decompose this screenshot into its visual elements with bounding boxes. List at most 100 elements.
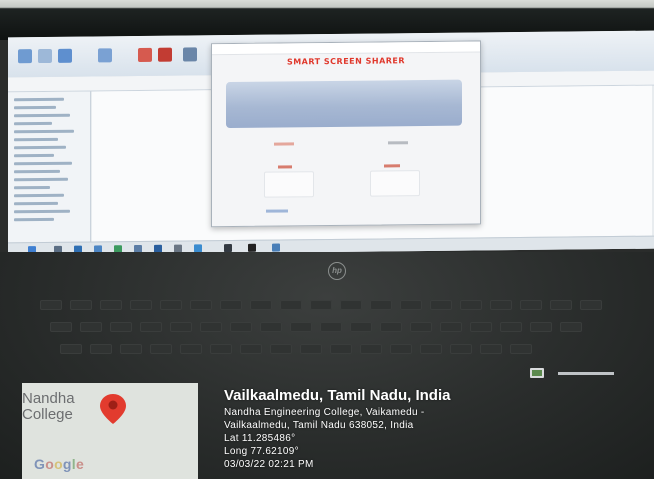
nav-item [14,105,56,110]
key [310,300,332,310]
key [530,322,552,332]
key [210,344,232,354]
google-logo-letter: o [54,456,63,472]
gps-address-line1: Nandha Engineering College, Vaikamedu - [224,407,425,418]
nav-item [14,129,74,134]
key [560,322,582,332]
key [400,300,422,310]
app-titlebar [212,41,480,56]
key [340,300,362,310]
gps-datetime: 03/03/22 02:21 PM [224,459,314,470]
ribbon-icon [138,47,152,63]
nav-item [14,217,54,222]
section-label-right [384,164,400,168]
map-pin-icon [100,394,126,424]
gps-location-title: Vailkaalmedu, Tamil Nadu, India [224,387,451,404]
gps-latitude: Lat 11.285486° [224,433,296,444]
ribbon-icon [38,48,52,64]
nav-item [14,145,66,150]
key [330,344,352,354]
key [120,344,142,354]
nav-item [14,113,70,118]
ribbon-icon [98,48,112,63]
key [420,344,442,354]
key [200,322,222,332]
nav-item [14,209,70,214]
nav-item [14,153,54,158]
nav-item [14,193,64,198]
key [80,322,102,332]
keyboard-row [40,300,614,310]
taskbar-app-icon[interactable] [272,243,280,252]
key [350,322,372,332]
key [360,344,382,354]
key [90,344,112,354]
key [190,300,212,310]
footer-link[interactable] [266,209,288,213]
keyboard-row [60,344,634,354]
navigation-pane [8,91,91,243]
nav-item [14,161,72,166]
keyboard-row [50,322,624,332]
key [240,344,262,354]
nav-item [14,201,58,206]
key [60,344,82,354]
taskbar-app-icon[interactable] [248,243,256,252]
key [380,322,402,332]
status-panel [226,79,462,129]
key [300,344,322,354]
settings-box-right[interactable] [370,170,420,197]
key [430,300,452,310]
key [180,344,202,354]
nav-item [14,169,60,174]
key [480,344,502,354]
google-logo: Google [34,456,84,472]
key [230,322,252,332]
key [140,322,162,332]
camera-icon [530,368,544,378]
key [110,322,132,332]
google-logo-letter: G [34,456,46,472]
key [470,322,492,332]
key [370,300,392,310]
key [410,322,432,332]
key [40,300,62,310]
app-title: SMART SCREEN SHARER [286,56,406,67]
action-label-right [388,141,408,145]
key [320,322,342,332]
nav-item [14,121,52,126]
photo-scene: SMART SCREEN SHARER hp Nandha College Go… [0,0,654,479]
laptop-screen: SMART SCREEN SHARER [8,30,654,256]
key [550,300,572,310]
gps-camera-label [558,372,614,375]
key [100,300,122,310]
map-place-line1: Nandha [22,390,75,407]
key [290,322,312,332]
taskbar-app-icon[interactable] [224,244,232,253]
google-logo-letter: o [45,456,55,472]
hp-logo-icon: hp [328,262,346,280]
key [510,344,532,354]
key [270,344,292,354]
nav-item [14,137,58,142]
key [220,300,242,310]
ribbon-icon [18,49,32,64]
key [150,344,172,354]
key [50,322,72,332]
gps-address-line2: Vailkaalmedu, Tamil Nadu 638052, India [224,420,414,431]
key [520,300,542,310]
google-logo-letter: g [62,456,72,472]
key [260,322,282,332]
key [390,344,412,354]
nav-item [14,177,68,182]
key [440,322,462,332]
google-logo-letter: e [75,456,85,472]
app-subtitle [212,66,480,69]
key [460,300,482,310]
ribbon-icon [58,48,72,63]
key [170,322,192,332]
settings-box-left[interactable] [264,171,314,198]
key [280,300,302,310]
nav-item [14,97,64,102]
gps-info-panel: Vailkaalmedu, Tamil Nadu, India Nandha E… [224,386,450,471]
